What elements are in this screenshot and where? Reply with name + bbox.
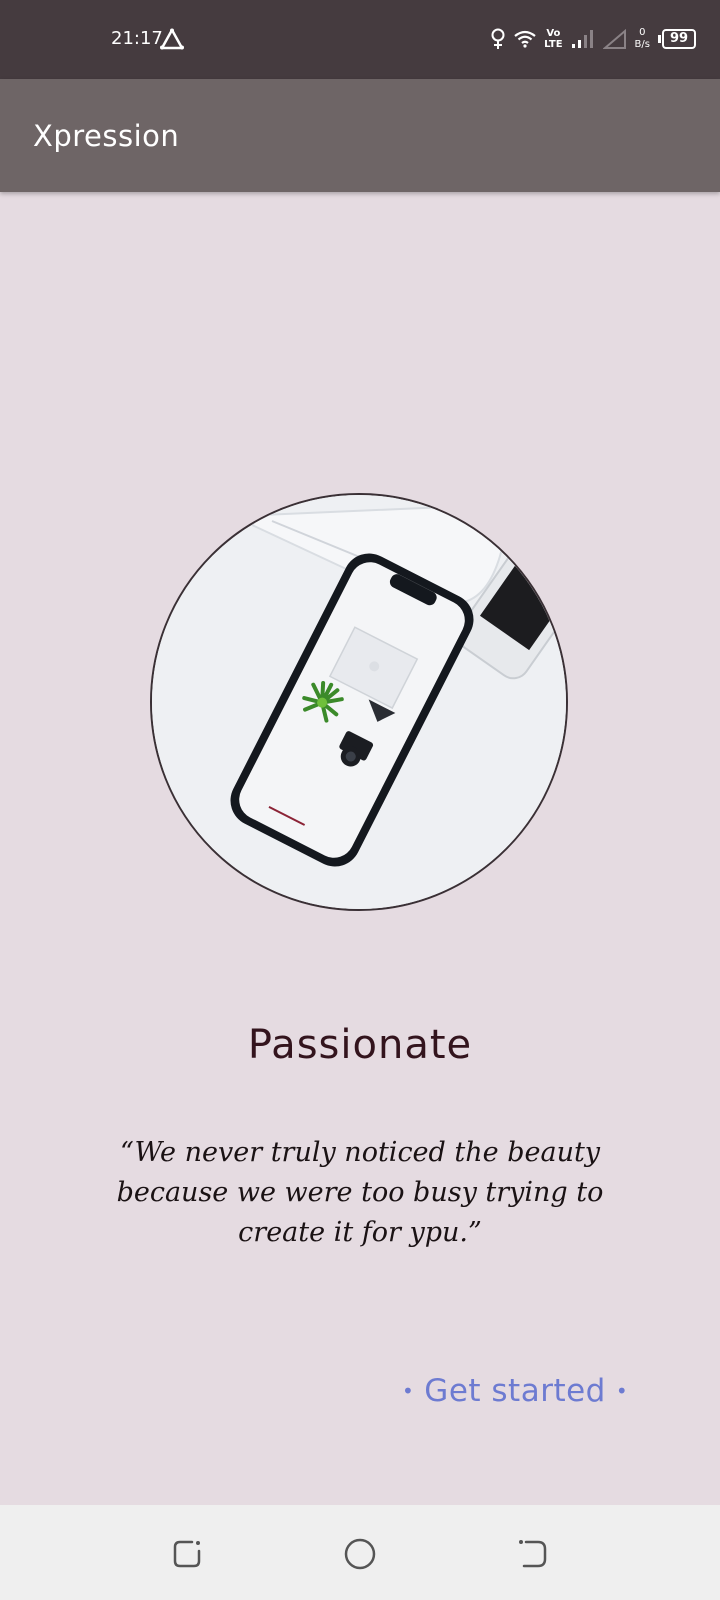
recent-apps-icon[interactable]	[170, 1537, 204, 1571]
headline: Passionate	[247, 1022, 473, 1068]
hero-image	[150, 493, 568, 911]
net-speed-value: 0	[639, 27, 646, 38]
net-speed: 0 B/s	[635, 27, 650, 51]
wifi-icon	[514, 30, 536, 48]
battery-level: 99	[662, 29, 696, 49]
battery-nub	[658, 35, 661, 43]
battery-icon: 99	[658, 29, 696, 49]
vo-lte-indicator: Vo LTE	[544, 28, 562, 50]
app-title: Xpression	[33, 119, 180, 153]
cellular-signal-icon	[571, 30, 593, 48]
system-nav-bar	[0, 1505, 720, 1600]
net-speed-unit: B/s	[634, 39, 650, 50]
back-icon[interactable]	[516, 1537, 550, 1571]
status-icons: Vo LTE 0 B/s 99	[490, 24, 696, 54]
location-pin-icon	[491, 28, 505, 49]
status-time: 21:17	[111, 28, 163, 49]
navigation-delta-icon	[160, 28, 184, 50]
status-bar: 21:17 Vo LTE 0 B/s 99	[0, 0, 720, 79]
phone-on-desk-illustration	[152, 495, 566, 909]
app-bar: Xpression	[0, 79, 720, 192]
get-started-button[interactable]: • Get started •	[402, 1373, 628, 1409]
home-icon[interactable]	[343, 1537, 377, 1571]
vo-label: Vo	[546, 28, 561, 39]
bullet-dot-icon: •	[402, 1379, 415, 1403]
get-started-label: Get started	[424, 1373, 606, 1409]
lte-label: LTE	[544, 39, 563, 50]
bullet-dot-icon: •	[615, 1379, 629, 1403]
no-signal-icon	[602, 29, 626, 49]
quote: “We never truly noticed the beauty becau…	[116, 1137, 604, 1248]
